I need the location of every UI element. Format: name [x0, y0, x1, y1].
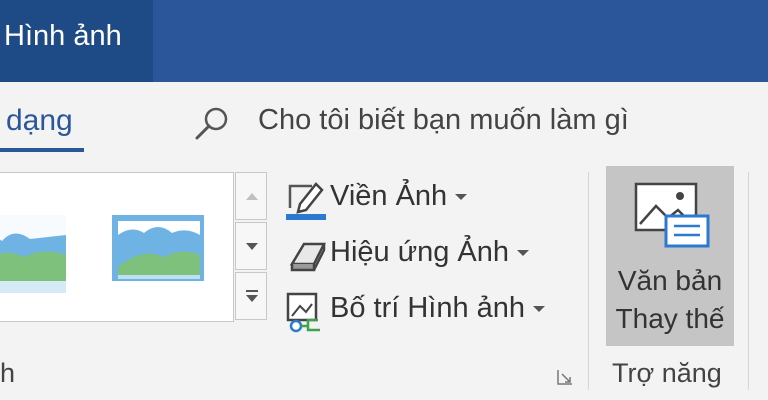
- scroll-down-icon: [246, 243, 258, 250]
- picture-effects-label: Hiệu ứng Ảnh: [330, 236, 530, 269]
- dropdown-caret-icon: [533, 306, 546, 313]
- tab-row: dạng Cho tôi biết bạn muốn làm gì: [0, 82, 768, 162]
- group-label-accessibility: Trợ năng: [612, 358, 722, 388]
- dialog-launcher-icon[interactable]: [556, 368, 574, 386]
- contextual-tab-label: Hình ảnh: [4, 20, 122, 52]
- alt-text-label-line1: Văn bản: [617, 265, 723, 296]
- picture-border-icon: [286, 182, 326, 220]
- alt-text-label: Văn bản Thay thế: [606, 262, 734, 338]
- active-tab-indicator: [0, 148, 84, 152]
- alt-text-button[interactable]: Văn bản Thay thế: [606, 166, 734, 346]
- gallery-scroll-down-button[interactable]: [235, 222, 267, 270]
- gallery-more-icon: [246, 290, 258, 302]
- group-divider: [748, 172, 749, 390]
- dropdown-caret-icon: [455, 194, 468, 201]
- group-label-picture-styles: h: [0, 358, 16, 388]
- picture-border-label: Viền Ảnh: [330, 180, 468, 213]
- picture-style-thumbnail[interactable]: [0, 201, 66, 293]
- picture-layout-icon: [286, 292, 320, 333]
- dropdown-caret-icon: [517, 250, 530, 257]
- gallery-scrollbar: [235, 172, 267, 320]
- alt-text-label-line2: Thay thế: [615, 303, 725, 334]
- gallery-more-button[interactable]: [235, 272, 267, 320]
- picture-style-thumbnail[interactable]: [112, 201, 204, 293]
- alt-text-icon: [634, 182, 710, 248]
- search-icon[interactable]: [192, 104, 232, 144]
- picture-styles-gallery: [0, 172, 234, 322]
- picture-effects-icon: [289, 242, 327, 272]
- picture-layout-label: Bố trí Hình ảnh: [330, 292, 546, 325]
- word-ribbon: Hình ảnh dạng Cho tôi biết bạn muốn làm …: [0, 0, 768, 400]
- contextual-tab-picture[interactable]: Hình ảnh: [0, 0, 153, 82]
- title-bar: Hình ảnh: [0, 0, 768, 82]
- group-divider: [588, 172, 589, 390]
- search-input[interactable]: Cho tôi biết bạn muốn làm gì: [258, 104, 629, 137]
- ribbon-body: Viền Ảnh Hiệu ứng Ảnh Bố trí Hình ảnh h: [0, 162, 768, 400]
- tab-format[interactable]: dạng: [6, 104, 73, 138]
- gallery-scroll-up-button[interactable]: [235, 172, 267, 220]
- scroll-up-icon: [246, 193, 258, 200]
